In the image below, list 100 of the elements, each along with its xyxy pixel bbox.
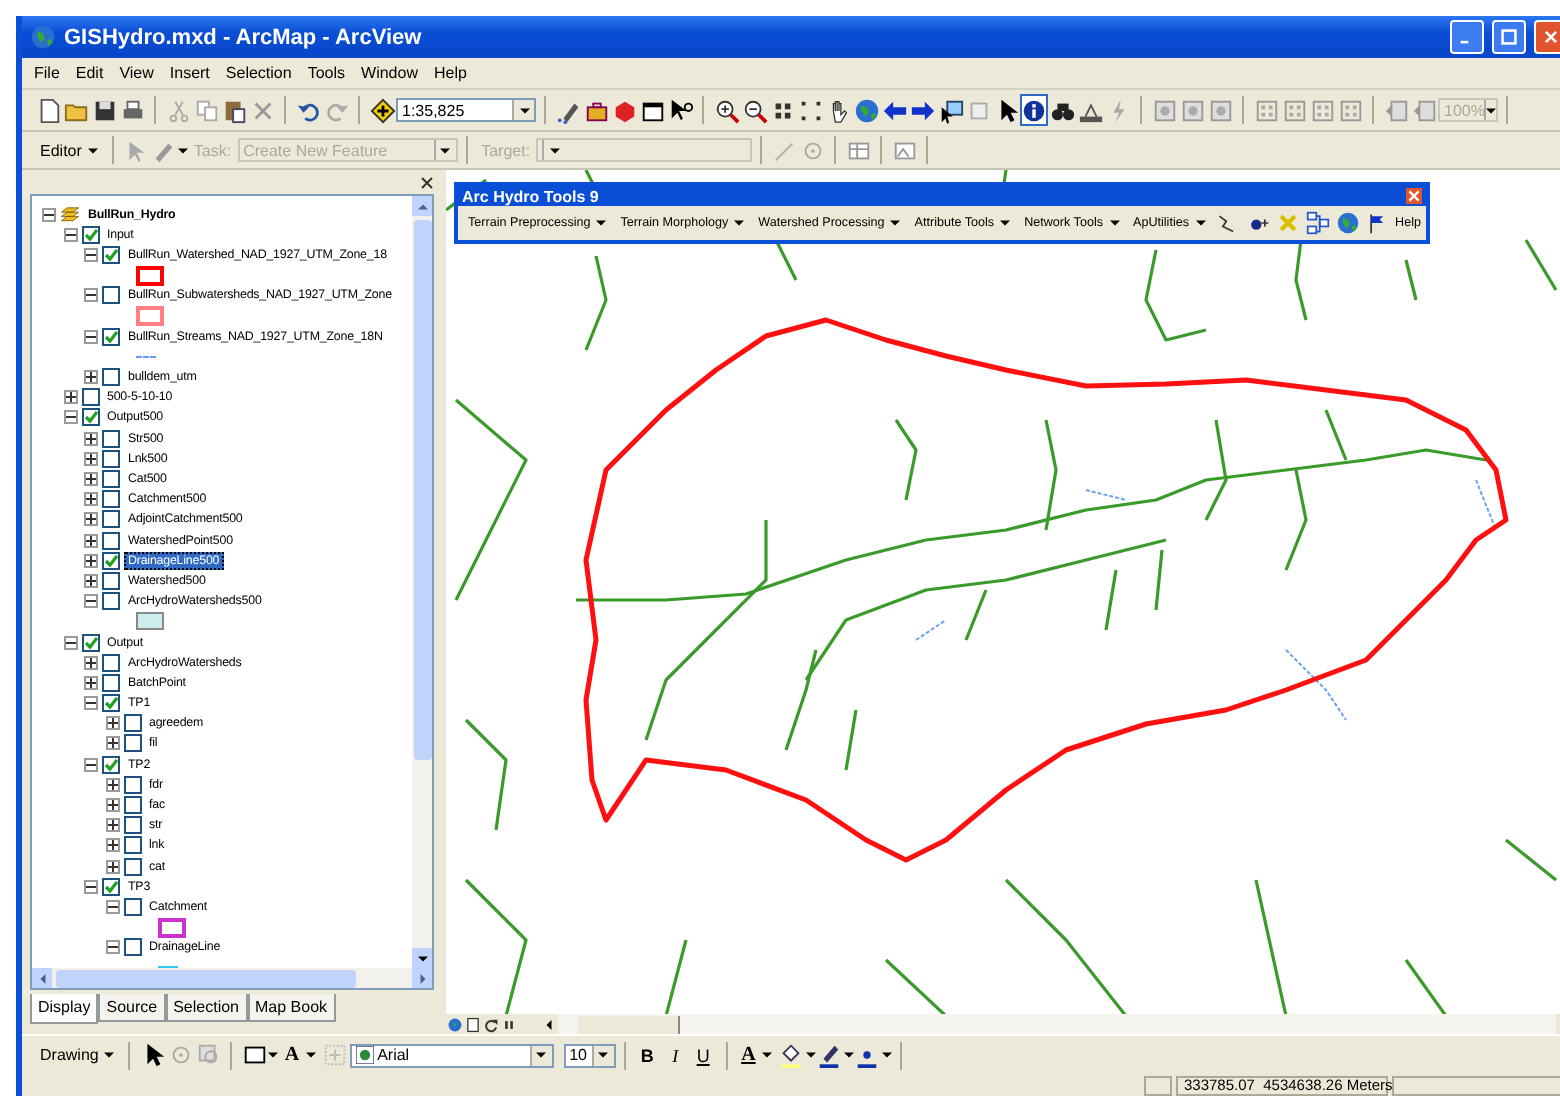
globe-icon[interactable] <box>1335 207 1360 239</box>
expand-toggle[interactable] <box>84 492 98 507</box>
bold-button[interactable]: B <box>633 1045 662 1065</box>
tab[interactable]: Display <box>30 994 99 1024</box>
menu-item[interactable]: Insert <box>169 64 210 82</box>
collapse-toggle[interactable] <box>84 757 98 772</box>
close-button[interactable] <box>1534 20 1560 54</box>
scroll-down-button[interactable] <box>412 948 432 968</box>
refresh-icon[interactable] <box>482 1014 500 1034</box>
expand-toggle[interactable] <box>84 512 98 527</box>
paint-bucket-icon[interactable] <box>777 1039 806 1071</box>
horizontal-scrollbar[interactable] <box>538 1014 1560 1034</box>
minimize-button[interactable] <box>1450 20 1484 54</box>
expand-toggle[interactable] <box>84 533 98 548</box>
dropdown-button[interactable] <box>1484 100 1497 120</box>
underline-button[interactable]: U <box>689 1045 718 1065</box>
expand-toggle[interactable] <box>105 838 119 853</box>
globe-icon[interactable] <box>446 1014 464 1034</box>
menu-item[interactable]: View <box>119 64 154 82</box>
scroll-right-button[interactable] <box>412 968 432 988</box>
checkbox[interactable] <box>81 408 99 427</box>
checkbox[interactable] <box>81 225 99 244</box>
italic-button[interactable]: I <box>661 1045 690 1065</box>
collapse-toggle[interactable] <box>84 288 98 303</box>
checkbox[interactable] <box>102 286 120 305</box>
checkbox[interactable] <box>123 714 141 733</box>
collapse-toggle[interactable] <box>63 227 77 242</box>
checkbox[interactable] <box>123 836 141 855</box>
dropdown-button[interactable] <box>512 100 534 120</box>
checkbox[interactable] <box>102 429 120 448</box>
expand-toggle[interactable] <box>84 573 98 588</box>
drawing-menu[interactable]: Drawing <box>34 1046 121 1064</box>
collapse-toggle[interactable] <box>84 594 98 609</box>
checkbox[interactable] <box>102 490 120 509</box>
expand-toggle[interactable] <box>84 370 98 385</box>
checkbox[interactable] <box>102 694 120 713</box>
checkbox[interactable] <box>102 368 120 387</box>
close-icon[interactable] <box>420 175 434 189</box>
expand-toggle[interactable] <box>84 675 98 690</box>
collapse-toggle[interactable] <box>63 410 77 425</box>
collapse-toggle[interactable] <box>63 635 77 650</box>
dropdown-button[interactable] <box>591 1045 614 1065</box>
scale-combo[interactable]: 1:35,825 <box>396 98 536 122</box>
checkbox[interactable] <box>102 449 120 468</box>
expand-toggle[interactable] <box>84 655 98 670</box>
menu-item[interactable]: Window <box>361 64 418 82</box>
menu-item[interactable]: File <box>34 64 60 82</box>
vertical-scrollbar[interactable] <box>412 196 432 968</box>
checkbox[interactable] <box>123 734 141 753</box>
checkbox[interactable] <box>81 388 99 407</box>
checkbox[interactable] <box>102 877 120 896</box>
dropdown-button[interactable] <box>529 1045 552 1065</box>
expand-toggle[interactable] <box>84 472 98 487</box>
tab[interactable]: Selection <box>165 994 248 1022</box>
checkbox[interactable] <box>123 816 141 835</box>
checkbox[interactable] <box>102 653 120 672</box>
page-icon[interactable] <box>464 1014 482 1034</box>
collapse-toggle[interactable] <box>84 329 98 344</box>
tab[interactable]: Source <box>98 994 166 1022</box>
checkbox[interactable] <box>102 531 120 550</box>
collapse-toggle[interactable] <box>84 879 98 894</box>
scroll-thumb[interactable] <box>413 220 431 760</box>
font-color-button[interactable]: A <box>735 1044 778 1066</box>
add-data-icon[interactable] <box>368 94 396 126</box>
network-icon[interactable] <box>1305 207 1330 239</box>
menu-item[interactable]: Tools <box>307 64 346 82</box>
horizontal-scrollbar[interactable] <box>32 968 432 988</box>
scroll-thumb[interactable] <box>56 969 356 987</box>
expand-toggle[interactable] <box>84 553 98 568</box>
expand-toggle[interactable] <box>105 798 119 813</box>
globe-icon[interactable] <box>852 94 880 126</box>
help-pointer-icon[interactable] <box>666 94 694 126</box>
expand-toggle[interactable] <box>105 859 119 874</box>
checkbox[interactable] <box>102 510 120 529</box>
expand-toggle[interactable] <box>105 777 119 792</box>
collapse-toggle[interactable] <box>42 207 56 222</box>
text-tool-button[interactable]: A <box>278 1044 322 1066</box>
checkbox[interactable] <box>123 775 141 794</box>
scroll-up-button[interactable] <box>412 196 432 216</box>
expand-toggle[interactable] <box>84 451 98 466</box>
menu-item[interactable]: Selection <box>225 64 292 82</box>
info-icon[interactable] <box>1020 94 1048 126</box>
menu-item[interactable]: Help <box>433 64 467 82</box>
expand-toggle[interactable] <box>105 716 119 731</box>
scroll-left-button[interactable] <box>538 1014 558 1034</box>
expand-toggle[interactable] <box>105 736 119 751</box>
dropdown-button[interactable] <box>542 140 565 160</box>
expand-toggle[interactable] <box>105 818 119 833</box>
font-size-combo[interactable]: 10 <box>563 1043 616 1067</box>
collapse-toggle[interactable] <box>84 696 98 711</box>
checkbox[interactable] <box>102 327 120 346</box>
checkbox[interactable] <box>102 755 120 774</box>
tab[interactable]: Map Book <box>247 994 336 1022</box>
checkbox[interactable] <box>81 633 99 652</box>
checkbox[interactable] <box>123 857 141 876</box>
collapse-toggle[interactable] <box>84 247 98 262</box>
checkbox[interactable] <box>102 245 120 264</box>
maximize-button[interactable] <box>1492 20 1526 54</box>
scroll-thumb[interactable] <box>578 1015 680 1033</box>
checkbox[interactable] <box>123 796 141 815</box>
